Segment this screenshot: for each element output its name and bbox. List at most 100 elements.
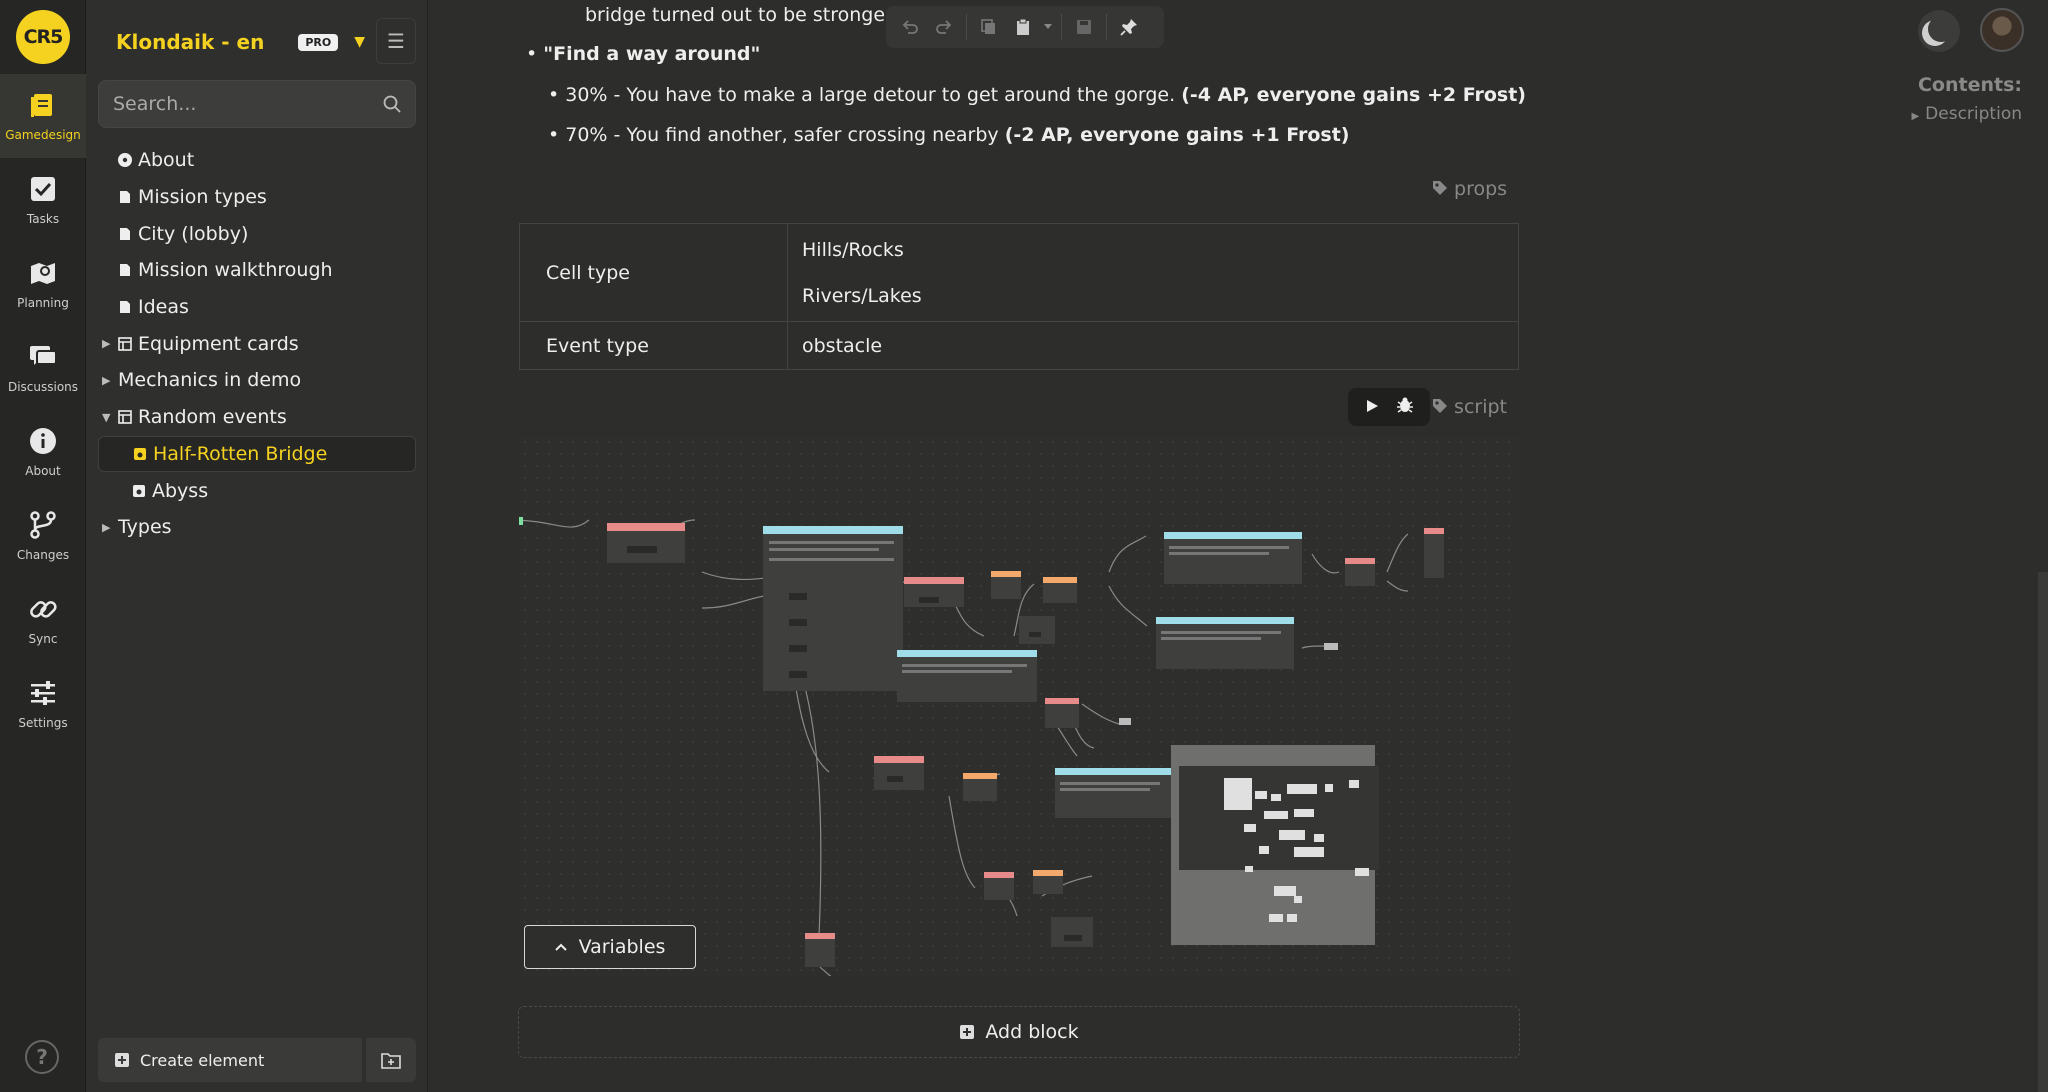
app-window: CR5 Gamedesign Tasks Planning Discussion… <box>0 0 2048 1092</box>
editor-toolbar <box>886 6 1164 48</box>
bullet: • <box>548 124 566 146</box>
map-pin-icon <box>31 263 55 284</box>
undo-icon[interactable] <box>894 11 926 43</box>
user-avatar[interactable] <box>1980 8 2024 52</box>
tree-item-label: Half-Rotten Bridge <box>153 442 328 465</box>
tree-item-label: Mission walkthrough <box>138 259 333 282</box>
tree-item-label: Ideas <box>138 296 189 319</box>
rail-label: Settings <box>18 716 68 730</box>
doc-tree: About Mission types City (lobby) Mission… <box>98 142 416 546</box>
rail-label: Discussions <box>7 380 79 394</box>
pro-badge: PRO <box>298 33 339 51</box>
tree-item-mechanics-in-demo[interactable]: ▶ Mechanics in demo <box>98 362 416 399</box>
redo-icon[interactable] <box>928 11 960 43</box>
outcome-effect: (-4 AP, everyone gains +2 Frost) <box>1181 84 1526 106</box>
rail-item-settings[interactable]: Settings <box>0 662 86 746</box>
vertical-scrollbar[interactable] <box>2038 572 2048 1092</box>
option-title: "Find a way around" <box>543 43 761 65</box>
rail-item-changes[interactable]: Changes <box>0 494 86 578</box>
props-label: props <box>1454 178 1508 200</box>
tree-item-mission-types[interactable]: Mission types <box>98 179 416 216</box>
help-button[interactable]: ? <box>25 1040 59 1074</box>
hamburger-menu-icon[interactable]: ☰ <box>376 18 416 64</box>
doc-icon <box>120 264 130 277</box>
tree-item-equipment-cards[interactable]: ▶ Equipment cards <box>98 325 416 362</box>
variables-button[interactable]: Variables <box>524 925 696 969</box>
rail-item-about[interactable]: About <box>0 410 86 494</box>
table-icon <box>118 336 132 351</box>
chevron-down-icon[interactable]: ▼ <box>354 34 365 50</box>
add-block-button[interactable]: Add block <box>518 1006 1520 1058</box>
props-table: Cell type Hills/Rocks Rivers/Lakes Event… <box>519 223 1519 370</box>
theme-toggle-icon[interactable] <box>1918 10 1960 52</box>
paste-dropdown-icon[interactable] <box>1041 11 1055 43</box>
rail-item-gamedesign[interactable]: Gamedesign <box>0 74 86 158</box>
rail-label: Changes <box>16 548 70 562</box>
caret-right-icon[interactable]: ▶ <box>102 521 118 534</box>
pin-icon[interactable] <box>1113 11 1145 43</box>
caret-right-icon[interactable]: ▶ <box>102 337 118 350</box>
save-icon[interactable] <box>1068 11 1100 43</box>
toolbar-divider <box>966 14 967 40</box>
bug-icon[interactable] <box>1396 396 1414 418</box>
project-title: Klondaik - en <box>116 30 265 54</box>
tree-item-types[interactable]: ▶ Types <box>98 509 416 546</box>
tree-item-city-lobby[interactable]: City (lobby) <box>98 215 416 252</box>
tree-item-mission-walkthrough[interactable]: Mission walkthrough <box>98 252 416 289</box>
add-doc-icon <box>115 1053 129 1067</box>
app-logo[interactable]: CR5 <box>16 10 70 64</box>
caret-right-icon[interactable]: ▶ <box>102 374 118 387</box>
contents-title: Contents: <box>1917 74 2022 96</box>
create-folder-button[interactable] <box>366 1038 416 1082</box>
prop-value-cell-type[interactable]: Hills/Rocks Rivers/Lakes <box>787 223 1519 322</box>
search-box <box>98 80 416 128</box>
link-icon <box>30 601 57 618</box>
caret-down-icon[interactable]: ▼ <box>102 411 118 424</box>
outcome-line-2: • 70% - You find another, safer crossing… <box>548 124 1349 146</box>
tree-item-label: Mechanics in demo <box>118 369 302 392</box>
caret-right-icon: ▶ <box>1911 111 1920 122</box>
bullet: • <box>526 43 544 65</box>
doc-icon <box>120 191 130 204</box>
bullet: • <box>548 84 566 106</box>
copy-icon[interactable] <box>973 11 1005 43</box>
sliders-icon <box>31 681 55 705</box>
prop-value-event-type[interactable]: obstacle <box>787 321 1519 370</box>
search-input[interactable] <box>113 93 383 115</box>
props-tag[interactable]: props <box>1432 178 1507 200</box>
tree-item-about[interactable]: About <box>98 142 416 179</box>
script-tag[interactable]: script <box>1432 396 1507 418</box>
toolbar-divider <box>1106 14 1107 40</box>
script-graph-canvas[interactable] <box>519 436 1519 976</box>
tree-item-abyss[interactable]: Abyss <box>98 472 416 509</box>
nav-rail: CR5 Gamedesign Tasks Planning Discussion… <box>0 0 86 1092</box>
tag-icon <box>1433 399 1447 413</box>
prop-key-cell-type: Cell type <box>519 223 788 322</box>
rail-item-discussions[interactable]: Discussions <box>0 326 86 410</box>
prop-value: Hills/Rocks <box>802 238 904 261</box>
rail-item-sync[interactable]: Sync <box>0 578 86 662</box>
search-icon[interactable] <box>383 95 401 113</box>
rail-item-planning[interactable]: Planning <box>0 242 86 326</box>
contents-item-description[interactable]: ▶ Description <box>1911 104 2022 124</box>
doc-icon <box>120 301 130 314</box>
rail-label: Planning <box>17 296 69 310</box>
tree-item-label: Mission types <box>138 186 267 209</box>
table-icon <box>118 410 132 424</box>
paste-icon[interactable] <box>1007 11 1039 43</box>
tree-item-random-events[interactable]: ▼ Random events <box>98 399 416 436</box>
outcome-text: 30% - You have to make a large detour to… <box>565 84 1182 106</box>
play-icon[interactable] <box>1365 398 1379 417</box>
tree-item-half-rotten-bridge[interactable]: Half-Rotten Bridge <box>98 435 416 473</box>
project-selector[interactable]: Klondaik - en PRO ▼ ☰ <box>98 18 416 66</box>
outcome-text: 70% - You find another, safer crossing n… <box>565 124 1005 146</box>
tree-item-label: Equipment cards <box>138 332 299 355</box>
rail-item-tasks[interactable]: Tasks <box>0 158 86 242</box>
tree-item-label: City (lobby) <box>138 222 249 245</box>
tree-item-ideas[interactable]: Ideas <box>98 289 416 326</box>
rail-label: Gamedesign <box>5 128 81 142</box>
tree-item-label: Random events <box>138 406 287 429</box>
create-element-button[interactable]: Create element <box>98 1038 362 1082</box>
chevron-up-icon <box>554 943 567 951</box>
script-label: script <box>1454 396 1507 418</box>
